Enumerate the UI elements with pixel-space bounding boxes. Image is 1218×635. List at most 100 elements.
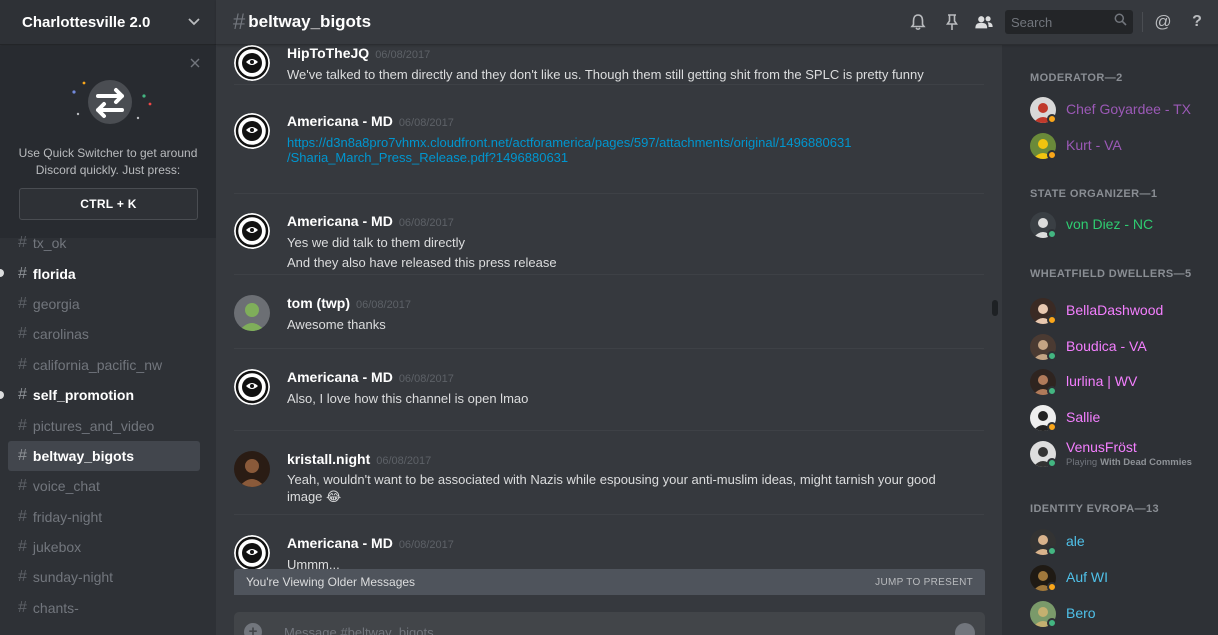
unread-indicator bbox=[0, 390, 4, 399]
member-name: VenusFröst bbox=[1066, 439, 1137, 455]
members-icon[interactable] bbox=[974, 12, 994, 32]
message-author[interactable]: Americana - MD bbox=[287, 535, 393, 551]
message-header: tom (twp) 06/08/2017 bbox=[287, 295, 984, 315]
channel-item-florida[interactable]: # florida bbox=[0, 258, 200, 288]
channel-item-voice-chat[interactable]: # voice_chat bbox=[8, 471, 200, 501]
message-list[interactable]: HipToTheJQ 06/08/2017 We've talked to them… bbox=[216, 45, 1002, 570]
scrollbar-thumb[interactable] bbox=[992, 300, 998, 316]
member-item[interactable]: BellaDashwood bbox=[1030, 298, 1210, 330]
message-author[interactable]: HipToTheJQ bbox=[287, 45, 369, 61]
member-name: lurlina | WV bbox=[1066, 373, 1138, 389]
channel-item-georgia[interactable]: # georgia bbox=[8, 289, 200, 319]
close-icon[interactable] bbox=[190, 56, 200, 72]
member-item[interactable]: von Diez - NC bbox=[1030, 212, 1210, 244]
channel-label: chants- bbox=[32, 599, 79, 616]
member-item[interactable]: Auf WI bbox=[1030, 565, 1210, 597]
avatar[interactable] bbox=[234, 295, 270, 331]
member-item[interactable]: lurlina | WV bbox=[1030, 369, 1210, 401]
member-name: Boudica - VA bbox=[1066, 338, 1147, 354]
channel-hash-icon: # bbox=[18, 568, 27, 586]
switch-arrows-icon bbox=[60, 66, 160, 136]
channel-item-friday-night[interactable]: # friday-night bbox=[8, 502, 200, 532]
channel-label: florida bbox=[32, 265, 76, 282]
message-timestamp: 06/08/2017 bbox=[398, 117, 454, 129]
message-group: Americana - MD 06/08/2017 https://d3n8a8pr… bbox=[234, 93, 984, 194]
channel-label: pictures_and_video bbox=[32, 417, 155, 434]
help-icon[interactable]: ? bbox=[1187, 12, 1207, 32]
message-text: Yeah, wouldn't want to be associated wit… bbox=[287, 472, 936, 487]
message-input[interactable]: Message #beltway_bigots bbox=[284, 625, 434, 635]
channel-label: voice_chat bbox=[32, 478, 100, 495]
avatar[interactable] bbox=[234, 45, 270, 81]
message-author[interactable]: tom (twp) bbox=[287, 295, 350, 311]
avatar[interactable] bbox=[234, 369, 270, 405]
channel-item-jukebox[interactable]: # jukebox bbox=[8, 532, 200, 562]
avatar[interactable] bbox=[234, 535, 270, 570]
emoji-icon[interactable] bbox=[955, 623, 975, 635]
bell-icon[interactable] bbox=[908, 12, 928, 32]
channel-hash-icon: # bbox=[18, 234, 27, 252]
jump-to-present-button[interactable]: JUMP TO PRESENT bbox=[875, 577, 973, 588]
member-item[interactable]: ale bbox=[1030, 529, 1210, 561]
channel-hash-icon: # bbox=[18, 598, 27, 616]
header-toolbar: Search @ ? bbox=[908, 0, 1218, 45]
avatar[interactable] bbox=[234, 451, 270, 487]
member-item[interactable]: Bero bbox=[1030, 601, 1210, 633]
message-header: Americana - MD 06/08/2017 bbox=[287, 535, 984, 555]
channel-label: friday-night bbox=[32, 508, 103, 525]
older-messages-banner[interactable]: You're Viewing Older Messages JUMP TO PR… bbox=[234, 569, 985, 595]
member-item[interactable]: Kurt - VA bbox=[1030, 133, 1210, 165]
message-group: Americana - MD 06/08/2017 Also, I love how… bbox=[234, 349, 984, 431]
message-composer[interactable]: + Message #beltway_bigots bbox=[234, 612, 985, 635]
channel-item-sunday-night[interactable]: # sunday-night bbox=[8, 562, 200, 592]
channel-list: # tx_ok # florida # georgia # carolinas # califor… bbox=[0, 228, 216, 623]
upload-plus-icon[interactable]: + bbox=[244, 623, 262, 635]
message-group: tom (twp) 06/08/2017 Awesome thanks bbox=[234, 275, 984, 349]
channel-item-beltway-bigots[interactable]: # beltway_bigots bbox=[8, 440, 200, 472]
channel-label: beltway_bigots bbox=[32, 447, 135, 464]
member-name: BellaDashwood bbox=[1066, 302, 1164, 318]
status-online-indicator bbox=[1047, 386, 1057, 396]
member-item[interactable]: Chef Goyardee - TX bbox=[1030, 97, 1210, 129]
member-item[interactable]: VenusFröst Playing With Dead Commies bbox=[1030, 439, 1210, 473]
search-input[interactable]: Search bbox=[1005, 10, 1133, 34]
message-author[interactable]: Americana - MD bbox=[287, 113, 393, 129]
channel-item-california-pacific-nw[interactable]: # california_pacific_nw bbox=[8, 350, 200, 380]
pin-icon[interactable] bbox=[942, 12, 962, 32]
message-timestamp: 06/08/2017 bbox=[355, 299, 412, 311]
channel-item-pictures-and-video[interactable]: # pictures_and_video bbox=[8, 410, 200, 440]
quick-switcher-shortcut-button[interactable]: CTRL + K bbox=[19, 188, 198, 220]
channel-hash-icon: # bbox=[18, 325, 27, 343]
avatar[interactable] bbox=[234, 213, 270, 249]
message-body: HipToTheJQ 06/08/2017 We've talked to them… bbox=[287, 45, 984, 85]
message-text: Awesome thanks bbox=[287, 317, 386, 332]
message-timestamp: 06/08/2017 bbox=[398, 373, 454, 385]
chat-area: # beltway_bigots HipToTheJQ 06/08/2017 We'… bbox=[216, 0, 1218, 635]
message-author[interactable]: kristall.night bbox=[287, 451, 370, 467]
status-idle-indicator bbox=[1047, 114, 1057, 124]
channel-item-self-promotion[interactable]: # self_promotion bbox=[0, 380, 200, 410]
message-author[interactable]: Americana - MD bbox=[287, 369, 393, 385]
status-online-indicator bbox=[1047, 546, 1057, 556]
message-text: Yes we did talk to them directly bbox=[287, 235, 465, 250]
quick-switcher-popup: Use Quick Switcher to get around Discord… bbox=[0, 46, 216, 238]
message-timestamp: 06/08/2017 bbox=[375, 49, 431, 61]
channel-item-carolinas[interactable]: # carolinas bbox=[8, 319, 200, 349]
message-link[interactable]: https://d3n8a8pro7vhmx.cloudfront.net/ac… bbox=[287, 135, 984, 165]
member-item[interactable]: Boudica - VA bbox=[1030, 334, 1210, 366]
older-messages-text: You're Viewing Older Messages bbox=[246, 575, 416, 589]
chevron-down-icon[interactable] bbox=[188, 15, 200, 29]
mentions-icon[interactable]: @ bbox=[1153, 12, 1173, 32]
channel-hash-icon: # bbox=[18, 386, 27, 404]
status-online-indicator bbox=[1047, 351, 1057, 361]
server-header[interactable]: Charlottesville 2.0 bbox=[0, 0, 216, 45]
message-header: Americana - MD 06/08/2017 bbox=[287, 369, 984, 389]
member-item[interactable]: Sallie bbox=[1030, 405, 1210, 437]
message-author[interactable]: Americana - MD bbox=[287, 213, 393, 229]
channel-hash-icon: # bbox=[18, 477, 27, 495]
message-group: HipToTheJQ 06/08/2017 We've talked to them… bbox=[234, 45, 984, 85]
avatar[interactable] bbox=[234, 113, 270, 149]
channel-item-chants[interactable]: # chants- bbox=[8, 593, 200, 623]
channel-item-tx-ok[interactable]: # tx_ok bbox=[8, 228, 200, 258]
message-link-line: https://d3n8a8pro7vhmx.cloudfront.net/ac… bbox=[287, 135, 852, 150]
